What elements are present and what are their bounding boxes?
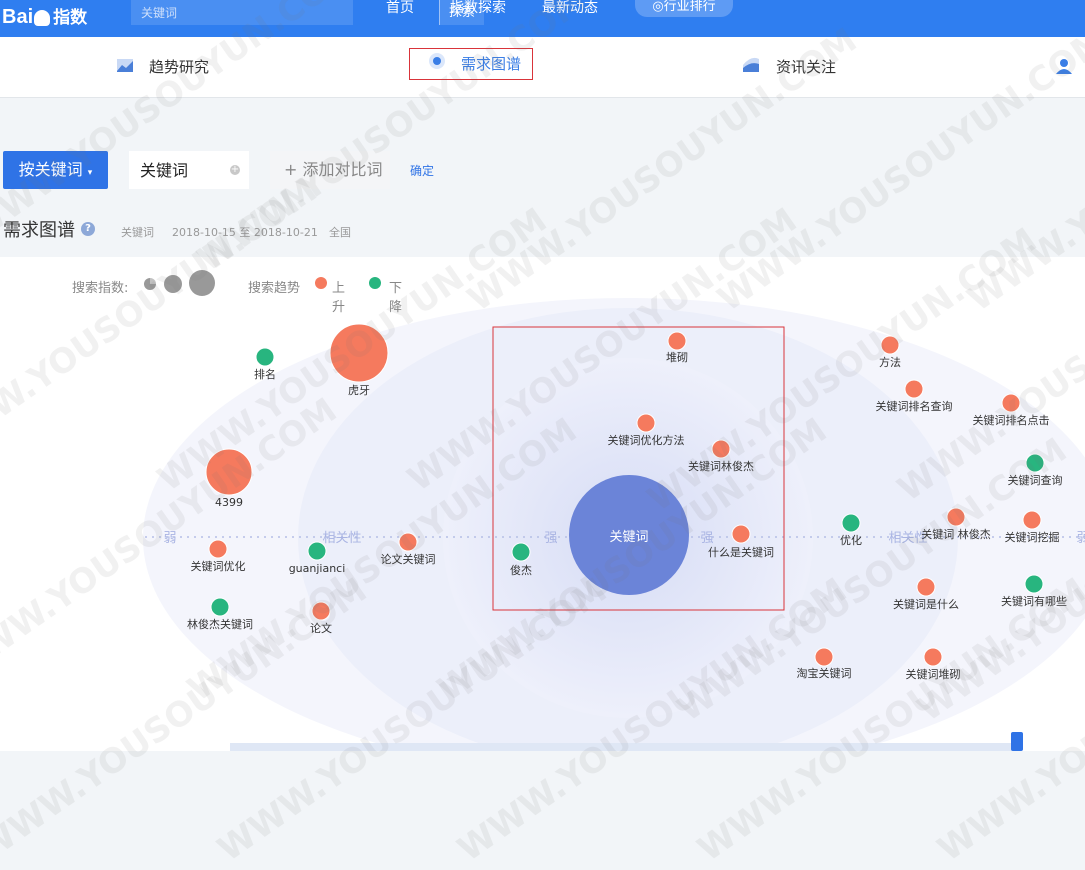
- keyword-node-down[interactable]: [841, 513, 861, 533]
- keyword-node-up[interactable]: [1022, 510, 1042, 530]
- size-medium-dot: [164, 275, 182, 293]
- keyword-node-up[interactable]: [205, 448, 253, 496]
- keyword-node-label: 虎牙: [348, 384, 370, 397]
- keyword-node-label: 关键词林俊杰: [688, 459, 754, 473]
- keyword-node-label: 排名: [254, 367, 276, 381]
- keyword-node-label: 关键词排名查询: [876, 399, 953, 413]
- size-legend: [144, 270, 215, 296]
- search-index-label: 搜索指数:: [72, 281, 129, 296]
- keyword-node-up[interactable]: [398, 532, 418, 552]
- keyword-node-label: 关键词是什么: [893, 597, 959, 611]
- keyword-node-label: 关键词查询: [1008, 473, 1063, 487]
- keyword-node-down[interactable]: [1025, 453, 1045, 473]
- keyword-node-up[interactable]: [1001, 393, 1021, 413]
- keyword-node-up[interactable]: [208, 539, 228, 559]
- keyword-node-up[interactable]: [329, 323, 389, 383]
- keyword-node-up[interactable]: [814, 647, 834, 667]
- keyword-node-down[interactable]: [210, 597, 230, 617]
- keyword-node-label: 俊杰: [510, 563, 532, 577]
- keyword-node-label: 林俊杰关键词: [187, 617, 253, 631]
- zoom-handle[interactable]: [1011, 732, 1023, 751]
- keyword-node-up[interactable]: [904, 379, 924, 399]
- axis-label: 强: [544, 531, 557, 546]
- zoom-track[interactable]: [230, 743, 1020, 751]
- keyword-node-label: 关键词有哪些: [1001, 594, 1067, 608]
- keyword-node-label: 优化: [840, 533, 862, 547]
- keyword-node-label: 什么是关键词: [708, 545, 774, 559]
- down-dot: [369, 277, 381, 289]
- keyword-node-down[interactable]: [307, 541, 327, 561]
- keyword-node-label: 论文: [310, 621, 332, 635]
- keyword-node-label: 4399: [215, 496, 243, 509]
- keyword-node-up[interactable]: [880, 335, 900, 355]
- center-keyword-label: 关键词: [609, 530, 648, 545]
- up-dot: [315, 277, 327, 289]
- keyword-node-label: 关键词 林俊杰: [921, 527, 991, 541]
- keyword-node-up[interactable]: [711, 439, 731, 459]
- keyword-node-label: 淘宝关键词: [797, 666, 852, 680]
- keyword-node-label: 论文关键词: [381, 552, 436, 566]
- keyword-node-label: 方法: [879, 355, 901, 369]
- demand-map-chart: 弱相关性强强相关性弱 关键词 排名虎牙4399关键词优化 guanjianci论文…: [143, 298, 1085, 751]
- keyword-node-up[interactable]: [667, 331, 687, 351]
- keyword-node-up[interactable]: [636, 413, 656, 433]
- axis-label: 弱: [163, 531, 176, 546]
- axis-label: 弱: [1076, 531, 1085, 546]
- axis-label: 强: [700, 531, 713, 546]
- keyword-node-down[interactable]: [255, 347, 275, 367]
- axis-label: 相关性: [322, 531, 361, 546]
- keyword-node-up[interactable]: [916, 577, 936, 597]
- keyword-node-label: 关键词优化: [191, 559, 246, 573]
- keyword-node-label: 堆砌: [666, 351, 688, 364]
- keyword-node-down[interactable]: [1024, 574, 1044, 594]
- keyword-node-label: 关键词挖掘: [1005, 530, 1060, 544]
- keyword-node-label: 关键词优化方法: [608, 433, 685, 447]
- keyword-node-up[interactable]: [311, 601, 331, 621]
- keyword-node-up[interactable]: [731, 524, 751, 544]
- search-trend-label: 搜索趋势: [248, 281, 301, 296]
- keyword-node-down[interactable]: [511, 542, 531, 562]
- keyword-node-up[interactable]: [946, 507, 966, 527]
- keyword-node-label: guanjianci: [289, 562, 346, 575]
- up-label: 上升: [332, 281, 346, 315]
- size-large-dot: [189, 270, 215, 296]
- keyword-node-up[interactable]: [923, 647, 943, 667]
- down-label: 下降: [389, 281, 403, 315]
- keyword-node-label: 关键词堆砌: [906, 667, 961, 681]
- keyword-node-label: 关键词排名点击: [973, 413, 1050, 427]
